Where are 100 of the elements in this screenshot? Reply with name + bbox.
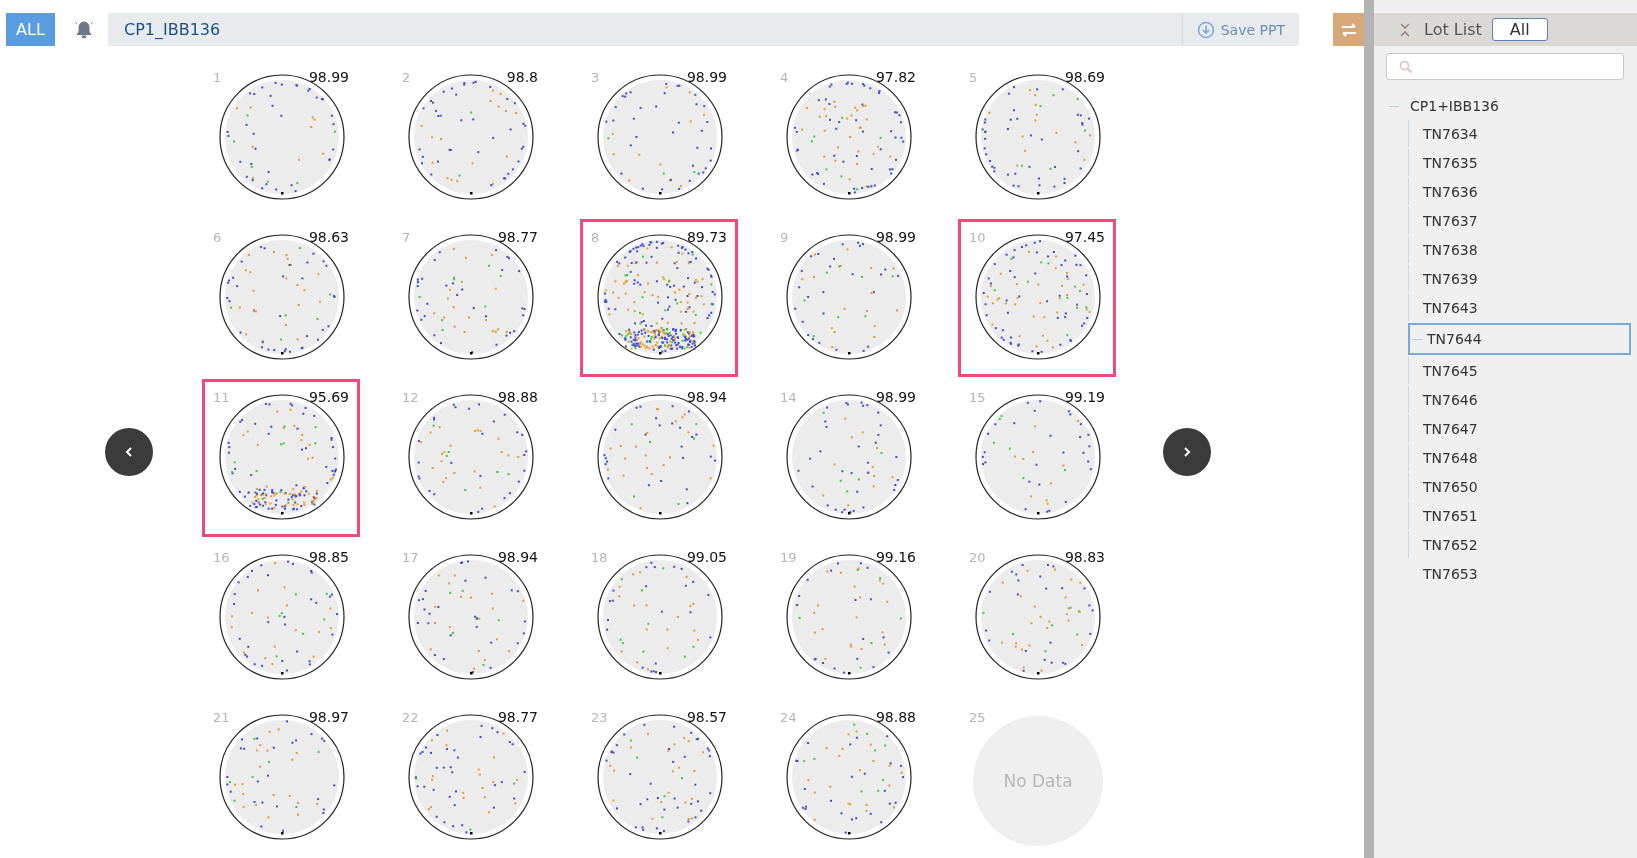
wafer-cell[interactable]: 13 98.94 <box>580 379 738 537</box>
wafer-cell[interactable]: 5 98.69 <box>958 59 1116 217</box>
wafer-cell[interactable]: 20 98.83 <box>958 539 1116 697</box>
wafer-cell[interactable]: 22 98.77 <box>391 699 549 857</box>
yield-value: 98.69 <box>1064 69 1105 85</box>
wafer-cell[interactable]: 21 98.97 <box>202 699 360 857</box>
wafer-number: 9 <box>780 230 789 245</box>
flagged-wafer-frame[interactable]: 10 97.45 <box>958 219 1116 377</box>
yield-value: 98.83 <box>1064 549 1105 565</box>
wafer-number: 12 <box>402 390 419 405</box>
wafer-number: 4 <box>780 70 789 85</box>
yield-value: 98.99 <box>875 229 916 245</box>
wafer-cell[interactable]: 15 99.19 <box>958 379 1116 537</box>
wafer-number: 11 <box>213 390 230 405</box>
wafer-tree-item[interactable]: TN7638 <box>1408 236 1631 263</box>
wafer-tree-item[interactable]: TN7645 <box>1408 357 1631 384</box>
wafer-number: 10 <box>969 230 986 245</box>
wafer-cell[interactable]: 17 98.94 <box>391 539 549 697</box>
wafer-cell[interactable]: 2 98.8 <box>391 59 549 217</box>
wafer-cell[interactable]: 12 98.88 <box>391 379 549 537</box>
swap-arrows-icon <box>1339 21 1358 38</box>
next-button[interactable] <box>1163 428 1211 476</box>
all-filter-button[interactable]: All <box>1491 18 1548 41</box>
wafer-tree-item[interactable]: TN7639 <box>1408 265 1631 292</box>
wafer-cell[interactable]: 3 98.99 <box>580 59 738 217</box>
yield-value: 98.99 <box>875 389 916 405</box>
wafer-cell[interactable]: 16 98.85 <box>202 539 360 697</box>
yield-value: 98.77 <box>497 229 538 245</box>
yield-value: 97.82 <box>875 69 916 85</box>
yield-value: 98.94 <box>686 389 727 405</box>
previous-button[interactable] <box>105 428 153 476</box>
yield-value: 98.88 <box>497 389 538 405</box>
wafer-cell[interactable]: 19 99.16 <box>769 539 927 697</box>
wafer-number: 1 <box>213 70 222 85</box>
wafer-number: 6 <box>213 230 222 245</box>
bell-icon[interactable] <box>74 19 94 40</box>
yield-value: 98.63 <box>308 229 349 245</box>
search-field[interactable] <box>1386 53 1624 80</box>
wafer-tree-item[interactable]: TN7650 <box>1408 473 1631 500</box>
lot-tree-item[interactable]: CP1+IBB136 <box>1410 98 1499 114</box>
yield-value: 99.05 <box>686 549 727 565</box>
wafer-number: 15 <box>969 390 986 405</box>
wafer-number: 20 <box>969 550 986 565</box>
yield-value: 98.57 <box>686 709 727 725</box>
wafer-cell[interactable]: 6 98.63 <box>202 219 360 377</box>
wafer-number: 22 <box>402 710 419 725</box>
yield-value: 89.73 <box>686 229 727 245</box>
swap-button[interactable] <box>1333 13 1364 46</box>
wafer-number: 16 <box>213 550 230 565</box>
panel-title: Lot List <box>1424 20 1482 39</box>
wafer-tree-item[interactable]: TN7652 <box>1408 531 1631 558</box>
wafer-number: 5 <box>969 70 978 85</box>
wafer-number: 14 <box>780 390 797 405</box>
wafer-number: 17 <box>402 550 419 565</box>
yield-value: 98.77 <box>497 709 538 725</box>
yield-value: 98.99 <box>308 69 349 85</box>
wafer-tree-item[interactable]: TN7646 <box>1408 386 1631 413</box>
wafer-number: 19 <box>780 550 797 565</box>
yield-value: 98.94 <box>497 549 538 565</box>
wafer-cell[interactable]: 9 98.99 <box>769 219 927 377</box>
wafer-cell[interactable]: 14 98.99 <box>769 379 927 537</box>
wafer-number: 7 <box>402 230 411 245</box>
wafer-tree-item[interactable]: TN7653 <box>1408 560 1631 587</box>
wafer-tree-item[interactable]: TN7648 <box>1408 444 1631 471</box>
wafer-number: 21 <box>213 710 230 725</box>
yield-value: 98.8 <box>506 69 538 85</box>
wafer-number: 8 <box>591 230 600 245</box>
yield-value: 98.88 <box>875 709 916 725</box>
wafer-tree-item[interactable]: TN7635 <box>1408 149 1631 176</box>
wafer-tree-item[interactable]: TN7643 <box>1408 294 1631 321</box>
flagged-wafer-frame[interactable]: 11 95.69 <box>202 379 360 537</box>
lot-title: CP1_IBB136 <box>123 20 222 39</box>
wafer-tree-item[interactable]: TN7636 <box>1408 178 1631 205</box>
yield-value: 98.97 <box>308 709 349 725</box>
wafer-number: 18 <box>591 550 608 565</box>
wafer-cell[interactable]: 7 98.77 <box>391 219 549 377</box>
yield-value: 99.19 <box>1064 389 1105 405</box>
wafer-tree-item[interactable]: TN7644 <box>1408 323 1631 355</box>
wafer-number: 3 <box>591 70 600 85</box>
wafer-cell[interactable]: 23 98.57 <box>580 699 738 857</box>
wafer-tree-item[interactable]: TN7647 <box>1408 415 1631 442</box>
yield-value: 95.69 <box>308 389 349 405</box>
wafer-cell[interactable]: 1 98.99 <box>202 59 360 217</box>
wafer-number: 2 <box>402 70 411 85</box>
yield-value: 98.85 <box>308 549 349 565</box>
yield-value: 97.45 <box>1064 229 1105 245</box>
wafer-tree-item[interactable]: TN7651 <box>1408 502 1631 529</box>
yield-value: 98.99 <box>686 69 727 85</box>
wafer-number: 25 <box>969 710 986 725</box>
wafer-cell[interactable]: 4 97.82 <box>769 59 927 217</box>
wafer-cell[interactable]: 18 99.05 <box>580 539 738 697</box>
wafer-tree-item[interactable]: TN7634 <box>1408 120 1631 147</box>
yield-value: 99.16 <box>875 549 916 565</box>
wafer-number: 23 <box>591 710 608 725</box>
wafer-number: 24 <box>780 710 797 725</box>
collapse-icon[interactable] <box>1398 21 1412 38</box>
wafer-tree-item[interactable]: TN7637 <box>1408 207 1631 234</box>
flagged-wafer-frame[interactable]: 8 89.73 <box>580 219 738 377</box>
search-icon <box>1399 59 1413 74</box>
wafer-cell[interactable]: 24 98.88 <box>769 699 927 857</box>
